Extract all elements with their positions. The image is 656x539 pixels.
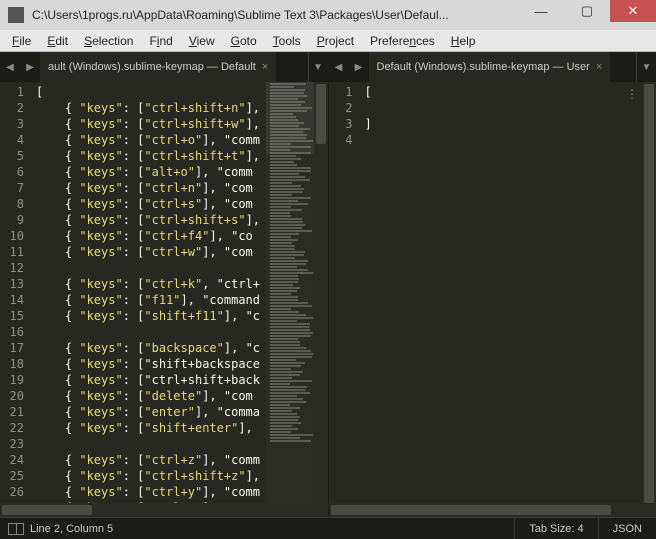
tab-nav-prev[interactable]: ◀ — [0, 52, 20, 82]
maximize-button[interactable]: ▢ — [564, 0, 610, 22]
line-number: 18 — [6, 356, 24, 372]
line-number: 3 — [335, 116, 353, 132]
line-number: 4 — [335, 132, 353, 148]
line-number: 1 — [6, 84, 24, 100]
line-number: 16 — [6, 324, 24, 340]
tab-bar-right: ◀ ▶ Default (Windows).sublime-keymap — U… — [329, 52, 656, 82]
line-number: 15 — [6, 308, 24, 324]
tab-close-icon[interactable]: × — [262, 61, 268, 73]
line-number: 20 — [6, 388, 24, 404]
gutter: 1234567891011121314151617181920212223242… — [0, 82, 32, 517]
line-number: 22 — [6, 420, 24, 436]
tab-label: Default (Windows).sublime-keymap — User — [377, 61, 590, 73]
code-line[interactable]: [ — [361, 84, 656, 100]
gutter: 1234 — [329, 82, 361, 517]
scrollbar-thumb[interactable] — [644, 84, 654, 504]
menu-edit[interactable]: Edit — [39, 32, 76, 50]
main-area: ◀ ▶ ault (Windows).sublime-keymap — Defa… — [0, 52, 656, 517]
title-bar: C:\Users\1progs.ru\AppData\Roaming\Subli… — [0, 0, 656, 30]
editor-right[interactable]: 1234 [ ] ⋮ — [329, 82, 656, 517]
line-number: 21 — [6, 404, 24, 420]
line-number: 4 — [6, 132, 24, 148]
tab-user-keymap[interactable]: Default (Windows).sublime-keymap — User … — [369, 52, 612, 82]
line-number: 14 — [6, 292, 24, 308]
line-number: 11 — [6, 244, 24, 260]
tab-nav-next[interactable]: ▶ — [349, 52, 369, 82]
minimap-viewport[interactable] — [266, 82, 314, 154]
more-icon[interactable]: ⋮ — [626, 86, 638, 102]
line-number: 6 — [6, 164, 24, 180]
code-line[interactable]: ] — [361, 116, 656, 132]
menu-file[interactable]: File — [4, 32, 39, 50]
status-tab-size[interactable]: Tab Size: 4 — [514, 518, 597, 539]
line-number: 3 — [6, 116, 24, 132]
line-number: 5 — [6, 148, 24, 164]
menu-help[interactable]: Help — [443, 32, 484, 50]
app-icon — [8, 7, 24, 23]
line-number: 23 — [6, 436, 24, 452]
line-number: 2 — [6, 100, 24, 116]
line-number: 9 — [6, 212, 24, 228]
horizontal-scrollbar[interactable] — [0, 503, 328, 517]
line-number: 25 — [6, 468, 24, 484]
code-line[interactable] — [361, 100, 656, 116]
pane-right: ◀ ▶ Default (Windows).sublime-keymap — U… — [328, 52, 656, 517]
scrollbar-thumb[interactable] — [331, 505, 611, 515]
status-syntax[interactable]: JSON — [598, 518, 656, 539]
menu-project[interactable]: Project — [309, 32, 362, 50]
line-number: 8 — [6, 196, 24, 212]
editor-left[interactable]: 1234567891011121314151617181920212223242… — [0, 82, 328, 517]
menu-view[interactable]: View — [181, 32, 223, 50]
line-number: 13 — [6, 276, 24, 292]
code-line[interactable] — [361, 132, 656, 148]
vertical-scrollbar[interactable] — [642, 82, 656, 503]
menu-goto[interactable]: Goto — [223, 32, 265, 50]
line-number: 26 — [6, 484, 24, 500]
line-number: 24 — [6, 452, 24, 468]
tab-nav-next[interactable]: ▶ — [20, 52, 40, 82]
line-number: 12 — [6, 260, 24, 276]
status-bar: Line 2, Column 5 Tab Size: 4 JSON — [0, 517, 656, 539]
status-position[interactable]: Line 2, Column 5 — [30, 523, 113, 535]
tab-nav-prev[interactable]: ◀ — [329, 52, 349, 82]
line-number: 7 — [6, 180, 24, 196]
tab-menu-button[interactable]: ▼ — [636, 52, 656, 82]
minimize-button[interactable]: — — [518, 0, 564, 22]
menu-bar: File Edit Selection Find View Goto Tools… — [0, 30, 656, 52]
close-button[interactable]: ✕ — [610, 0, 656, 22]
line-number: 2 — [335, 100, 353, 116]
tab-bar-left: ◀ ▶ ault (Windows).sublime-keymap — Defa… — [0, 52, 328, 82]
menu-preferences[interactable]: Preferences — [362, 32, 443, 50]
vertical-scrollbar[interactable] — [314, 82, 328, 503]
horizontal-scrollbar[interactable] — [329, 503, 656, 517]
code-area[interactable]: [ ] — [361, 82, 656, 517]
menu-tools[interactable]: Tools — [265, 32, 309, 50]
tab-close-icon[interactable]: × — [596, 61, 602, 73]
minimap[interactable] — [266, 82, 314, 503]
menu-selection[interactable]: Selection — [76, 32, 141, 50]
panel-switch-icon[interactable] — [8, 523, 24, 535]
line-number: 19 — [6, 372, 24, 388]
menu-find[interactable]: Find — [141, 32, 180, 50]
tab-label: ault (Windows).sublime-keymap — Default — [48, 61, 256, 73]
line-number: 1 — [335, 84, 353, 100]
line-number: 17 — [6, 340, 24, 356]
scrollbar-thumb[interactable] — [316, 84, 326, 144]
pane-left: ◀ ▶ ault (Windows).sublime-keymap — Defa… — [0, 52, 328, 517]
tab-menu-button[interactable]: ▼ — [308, 52, 328, 82]
tab-default-keymap[interactable]: ault (Windows).sublime-keymap — Default … — [40, 52, 277, 82]
scrollbar-thumb[interactable] — [2, 505, 92, 515]
line-number: 10 — [6, 228, 24, 244]
